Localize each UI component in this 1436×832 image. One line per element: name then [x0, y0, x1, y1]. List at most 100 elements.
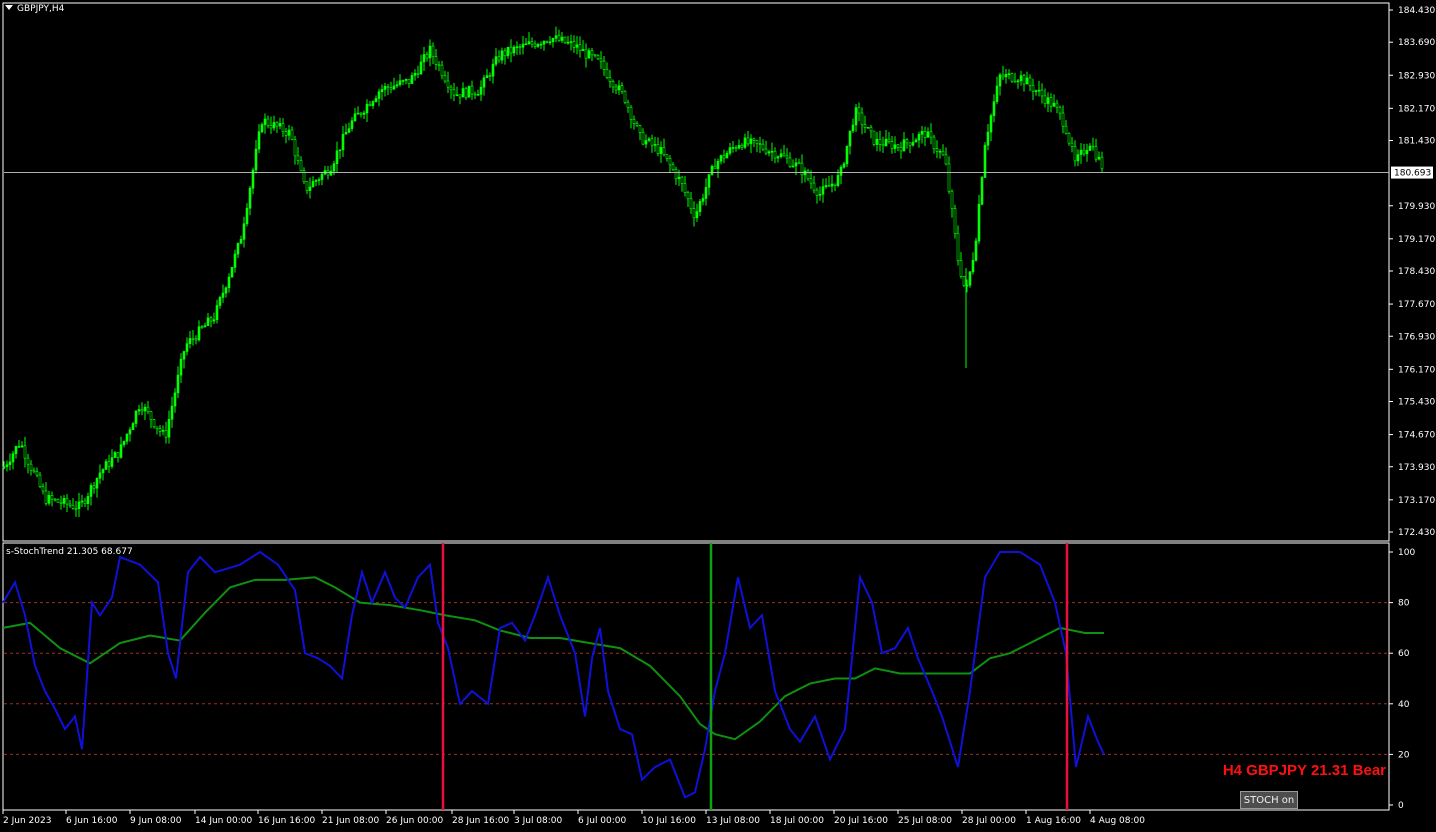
candle-body — [791, 165, 795, 168]
candle-body — [1049, 97, 1053, 107]
candle-body — [41, 486, 45, 492]
price-axis-label: 178.430 — [1398, 267, 1435, 277]
candle-body — [86, 496, 90, 504]
candle-body — [215, 305, 219, 321]
candle-body — [821, 186, 825, 195]
candle-body — [743, 137, 747, 148]
candle-body — [1082, 149, 1086, 155]
price-axis-label: 173.930 — [1398, 463, 1435, 473]
candle-body — [1025, 77, 1029, 85]
candle-body — [935, 148, 939, 152]
candle-body — [155, 426, 159, 429]
time-axis-label: 26 Jun 00:00 — [386, 816, 443, 826]
candle-body — [398, 80, 402, 86]
candle-body — [542, 40, 546, 45]
candle-body — [371, 101, 375, 106]
candle-body — [656, 144, 660, 154]
candle-body — [545, 40, 549, 43]
candle-body — [245, 207, 249, 225]
candle-body — [218, 297, 222, 306]
candle-body — [755, 140, 759, 144]
candle-body — [440, 64, 444, 77]
candle-body — [1010, 73, 1014, 82]
candle-body — [113, 452, 117, 458]
candle-body — [29, 463, 33, 471]
candle-body — [308, 186, 312, 192]
candle-body — [926, 131, 930, 138]
time-axis-label: 6 Jul 00:00 — [578, 816, 627, 826]
candle-body — [827, 185, 831, 187]
candle-body — [281, 123, 285, 132]
candle-body — [815, 189, 819, 196]
candle-body — [959, 260, 963, 277]
candle-body — [410, 75, 414, 84]
candle-body — [143, 406, 147, 412]
candle-body — [698, 201, 702, 212]
candle-body — [848, 130, 852, 147]
stoch-toggle-button[interactable]: STOCH on — [1240, 791, 1298, 809]
time-axis-label: 25 Jul 08:00 — [898, 816, 952, 826]
candle-body — [536, 44, 540, 47]
candle-body — [893, 144, 897, 149]
price-axis-label: 179.170 — [1398, 235, 1435, 245]
candle-body — [647, 138, 651, 141]
candle-body — [350, 120, 354, 129]
candle-body — [872, 130, 876, 145]
indicator-scale-label: 100 — [1398, 548, 1415, 558]
candle-body — [362, 112, 366, 115]
candle-body — [818, 193, 822, 196]
dropdown-triangle-icon[interactable] — [5, 5, 13, 10]
candle-body — [209, 317, 213, 322]
candle-body — [863, 124, 867, 128]
price-panel-frame — [2, 2, 1390, 542]
chart-window[interactable]: 184.430 183.690 182.930 182.170 181.430 179.9… — [0, 0, 1436, 832]
candle-body — [38, 474, 42, 487]
candle-body — [1007, 73, 1011, 75]
candle-body — [269, 124, 273, 129]
time-axis-label: 28 Jul 00:00 — [962, 816, 1016, 826]
candle-body — [422, 54, 426, 63]
price-axis-label: 177.670 — [1398, 300, 1435, 310]
candle-body — [557, 35, 561, 41]
candle-body — [74, 508, 78, 510]
time-axis-label: 28 Jun 16:00 — [452, 816, 509, 826]
candle-body — [305, 181, 309, 192]
candle-body — [980, 177, 984, 205]
candle-body — [590, 50, 594, 56]
candle-body — [200, 326, 204, 329]
candle-body — [236, 243, 240, 255]
time-axis-label: 4 Aug 08:00 — [1090, 816, 1145, 826]
candle-body — [254, 148, 258, 171]
candle-body — [974, 240, 978, 261]
candles-group — [2, 26, 1104, 517]
candle-body — [875, 138, 879, 145]
candle-body — [560, 36, 564, 41]
candle-body — [233, 253, 237, 268]
time-axis-label: 20 Jul 16:00 — [834, 816, 888, 826]
candle-body — [95, 477, 99, 489]
chart-canvas[interactable]: 184.430 183.690 182.930 182.170 181.430 179.9… — [0, 0, 1436, 832]
candle-body — [701, 198, 705, 202]
candle-body — [725, 152, 729, 159]
candle-body — [380, 89, 384, 93]
candle-body — [494, 56, 498, 65]
candle-body — [989, 115, 993, 133]
candle-body — [836, 175, 840, 186]
candle-body — [812, 182, 816, 191]
candle-body — [428, 45, 432, 59]
candle-body — [932, 136, 936, 150]
candle-body — [497, 56, 501, 61]
candle-body — [131, 423, 135, 430]
candle-body — [107, 461, 111, 467]
candle-body — [1052, 102, 1056, 107]
candle-body — [833, 183, 837, 186]
candle-body — [188, 338, 192, 344]
candle-body — [311, 181, 315, 188]
candle-body — [638, 125, 642, 133]
candle-body — [947, 163, 951, 192]
candle-body — [500, 50, 504, 61]
candle-body — [596, 55, 600, 60]
candle-body — [314, 180, 318, 182]
candle-body — [776, 156, 780, 159]
candle-body — [1022, 75, 1026, 85]
